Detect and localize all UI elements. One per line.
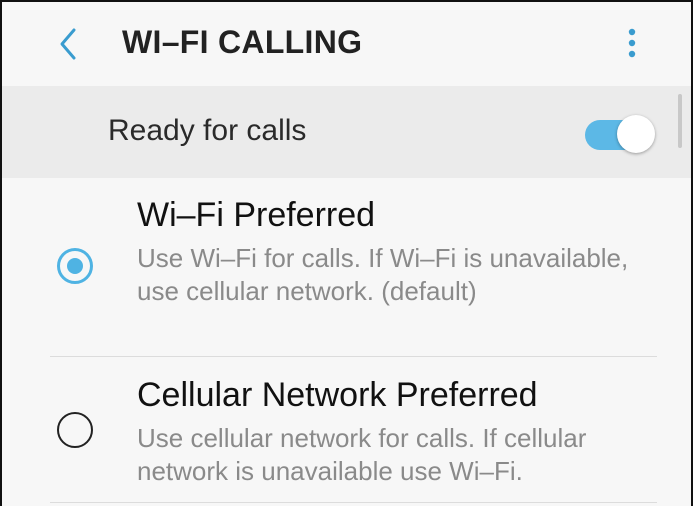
option-description: Use Wi–Fi for calls. If Wi–Fi is unavail… — [137, 243, 629, 306]
page-title: WI–FI CALLING — [122, 24, 363, 60]
option-description: Use cellular network for calls. If cellu… — [137, 423, 587, 486]
app-bar: WI–FI CALLING — [2, 2, 691, 86]
divider — [50, 356, 657, 357]
ready-for-calls-row[interactable]: Ready for calls — [2, 86, 691, 178]
option-wifi-preferred[interactable]: Wi–Fi Preferred Use Wi–Fi for calls. If … — [2, 178, 691, 356]
scrollbar[interactable] — [678, 94, 682, 148]
radio-selected-icon[interactable] — [57, 248, 93, 284]
option-title: Wi–Fi Preferred — [137, 196, 376, 234]
option-title: Cellular Network Preferred — [137, 376, 538, 414]
ready-for-calls-label: Ready for calls — [108, 114, 307, 147]
toggle-knob — [617, 115, 655, 153]
divider — [50, 502, 657, 503]
more-vertical-icon — [628, 28, 636, 58]
wifi-calling-screen: WI–FI CALLING Ready for calls Wi–Fi Pref… — [0, 0, 693, 506]
back-button[interactable] — [52, 22, 88, 66]
more-options-button[interactable] — [614, 22, 650, 66]
wifi-calling-toggle[interactable] — [585, 114, 657, 153]
radio-unselected-icon[interactable] — [57, 412, 93, 448]
radio-dot — [67, 258, 83, 274]
option-cellular-preferred[interactable]: Cellular Network Preferred Use cellular … — [2, 358, 691, 506]
chevron-left-icon — [60, 28, 76, 60]
